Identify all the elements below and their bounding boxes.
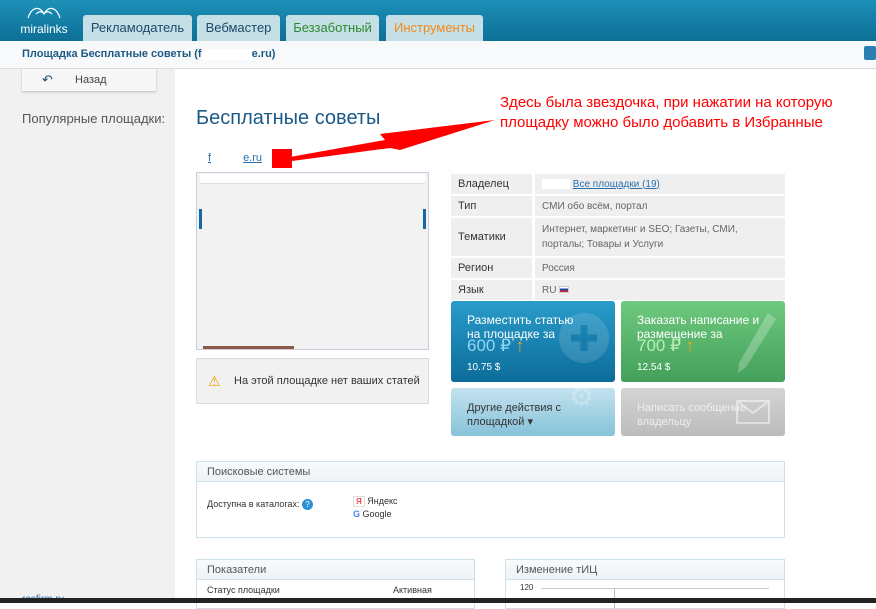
top-header: miralinks Рекламодатель Вебмастер Беззаб… xyxy=(0,0,876,41)
back-button[interactable]: ↶ Назад xyxy=(22,69,156,91)
all-sites-link[interactable]: Все площадки (19) xyxy=(573,179,660,190)
table-row: Владелец Все площадки (19) xyxy=(451,174,785,194)
table-row: Тематики Интернет, маркетинг и SEO; Газет… xyxy=(451,218,785,256)
popular-sites-heading: Популярные площадки: xyxy=(22,111,166,126)
message-owner-button[interactable]: Написать сообщение владельцу xyxy=(621,388,785,436)
breadcrumb: Площадка Бесплатные советы (f e.ru) xyxy=(0,41,876,69)
panel-title: Показатели xyxy=(197,560,474,580)
no-articles-notice: ⚠ На этой площадке нет ваших статей xyxy=(196,358,429,404)
panel-title: Изменение тИЦ xyxy=(506,560,784,580)
gear-icon: ⚙ xyxy=(569,388,595,412)
annotation-arrow xyxy=(290,120,495,161)
warning-icon: ⚠ xyxy=(208,373,221,389)
russia-flag-icon xyxy=(559,286,570,294)
tab-carefree[interactable]: Беззаботный xyxy=(286,15,379,41)
y-tick-label: 120 xyxy=(520,583,534,592)
exit-icon[interactable] xyxy=(864,46,876,60)
site-link[interactable]: f e.ru xyxy=(208,152,262,164)
miralinks-logo[interactable]: miralinks xyxy=(18,2,70,40)
panel-title: Поисковые системы xyxy=(197,462,784,482)
catalogs-label: Доступна в каталогах: ? xyxy=(207,499,313,510)
table-row: Язык RU xyxy=(451,280,785,300)
google-icon: G xyxy=(353,509,361,519)
engine-google: G Google xyxy=(353,509,392,519)
table-row: Регион Россия xyxy=(451,258,785,278)
sidebar: ↶Назад Популярные площадки: rosfirm.ru xyxy=(0,69,175,605)
table-row: Тип СМИ обо всём, портал xyxy=(451,196,785,216)
arrow-up-icon: ↑ xyxy=(685,336,695,355)
stat-label: Статус площадки xyxy=(207,585,280,595)
tab-tools[interactable]: Инструменты xyxy=(386,15,483,41)
stat-value: Активная xyxy=(393,585,432,595)
tab-webmaster[interactable]: Вебмастер xyxy=(197,15,280,41)
annotation-text: Здесь была звездочка, при нажатии на кот… xyxy=(500,94,833,131)
back-arrow-icon: ↶ xyxy=(42,72,53,87)
order-writing-button[interactable]: Заказать написание и размещение за 700 ₽… xyxy=(621,301,785,382)
search-engines-panel: Поисковые системы Доступна в каталогах: … xyxy=(196,461,785,538)
yandex-icon: Я xyxy=(353,496,365,507)
engine-yandex: Я Яндекс xyxy=(353,495,398,508)
arrow-up-icon: ↑ xyxy=(515,336,525,355)
site-info-table: Владелец Все площадки (19) Тип СМИ обо вс… xyxy=(451,172,785,302)
taskbar-edge xyxy=(0,598,876,603)
place-article-button[interactable]: Разместить статью на площадке за 600 ₽ ↑… xyxy=(451,301,615,382)
tab-advertiser[interactable]: Рекламодатель xyxy=(83,15,192,41)
site-screenshot[interactable] xyxy=(196,172,429,350)
help-icon[interactable]: ? xyxy=(302,499,313,510)
gridline xyxy=(541,588,769,589)
favorite-star-redacted[interactable] xyxy=(272,149,292,168)
other-actions-dropdown[interactable]: ⚙ Другие действия с площадкой ▾ xyxy=(451,388,615,436)
